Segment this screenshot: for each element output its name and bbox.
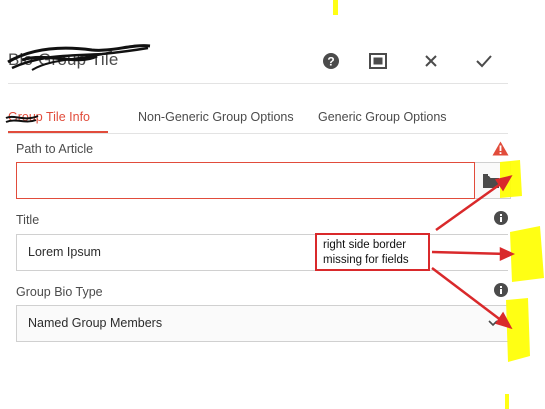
info-icon <box>494 211 508 225</box>
annotation-text-line2: missing for fields <box>323 254 409 266</box>
annotation-text-line1: right side border <box>323 239 407 251</box>
tab-generic-group-options[interactable]: Generic Group Options <box>318 110 447 124</box>
redaction-scribble <box>5 115 39 123</box>
title-input[interactable]: Lorem Ipsum <box>16 234 508 271</box>
browse-button[interactable] <box>475 162 511 199</box>
info-icon <box>494 283 508 297</box>
folder-icon <box>483 174 499 188</box>
fullscreen-icon[interactable] <box>367 50 389 72</box>
annotation-callout: right side border missing for fields <box>315 233 430 271</box>
done-icon[interactable] <box>473 50 495 72</box>
help-icon[interactable]: ? <box>320 50 342 72</box>
close-icon[interactable] <box>420 50 442 72</box>
header-divider <box>8 83 508 84</box>
path-label: Path to Article <box>16 142 94 156</box>
redaction-scribble <box>7 44 151 71</box>
path-input[interactable] <box>16 162 475 199</box>
title-label: Title <box>16 213 40 227</box>
svg-text:?: ? <box>327 55 334 69</box>
tab-divider <box>8 133 508 134</box>
title-input-value: Lorem Ipsum <box>28 245 101 259</box>
bio-type-select[interactable]: Named Group Members <box>16 305 508 342</box>
chevron-down-icon <box>488 320 498 327</box>
warning-icon <box>492 141 509 156</box>
bio-type-value: Named Group Members <box>28 316 163 330</box>
tab-non-generic-group-options[interactable]: Non-Generic Group Options <box>138 110 294 124</box>
bio-type-label: Group Bio Type <box>16 285 103 299</box>
